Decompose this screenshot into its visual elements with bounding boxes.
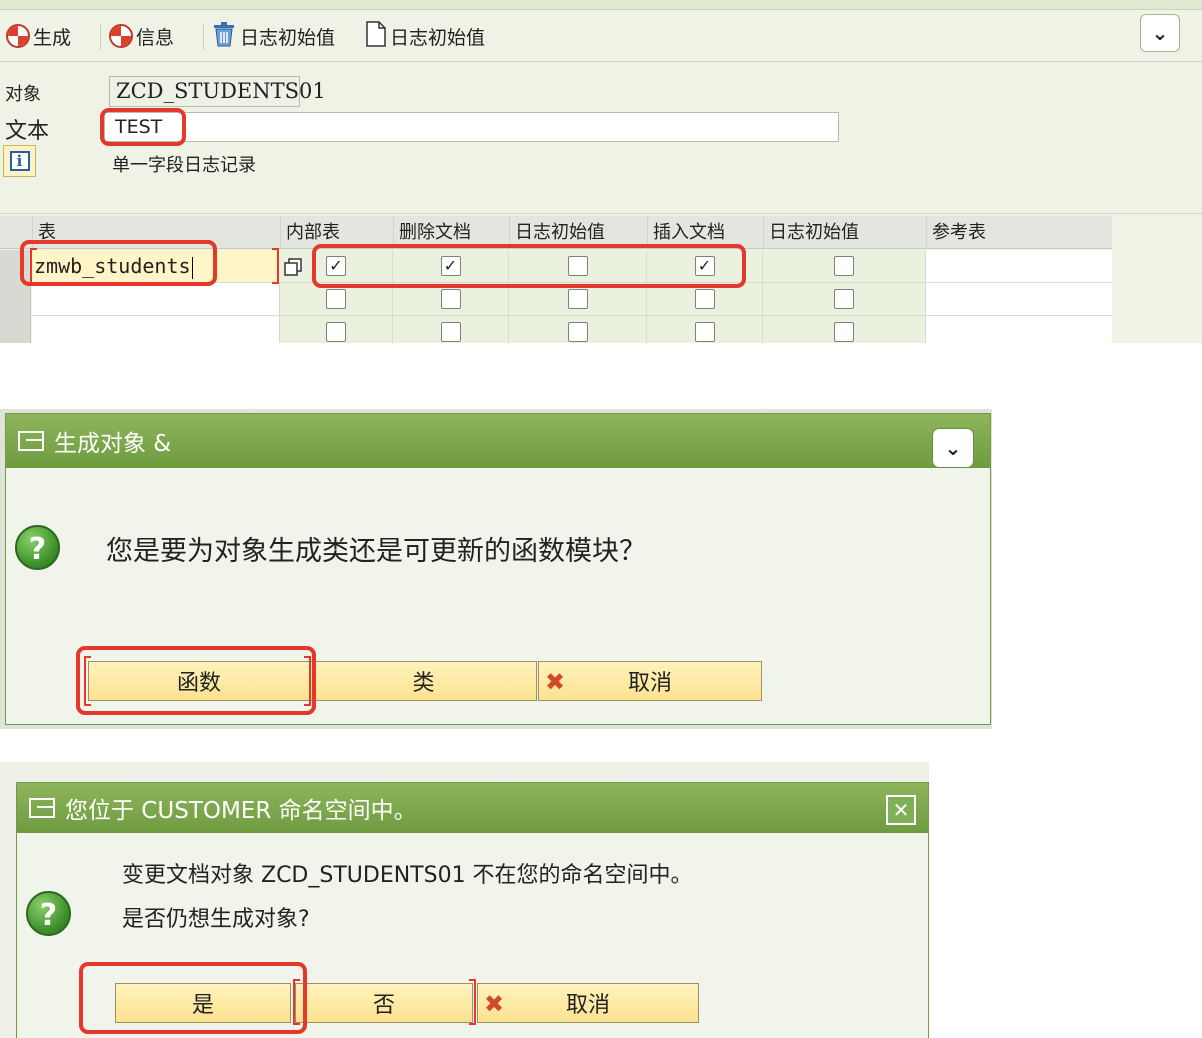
- checkbox-cell: [509, 283, 647, 315]
- log-initial-value-delete-button[interactable]: 日志初始值: [211, 18, 335, 54]
- text-caret: [191, 256, 193, 279]
- checkbox-unchecked[interactable]: [567, 322, 588, 342]
- function-button[interactable]: 函数: [88, 661, 310, 701]
- checkbox-unchecked[interactable]: [694, 322, 715, 342]
- row-selector[interactable]: [0, 316, 31, 343]
- info-glyph: i: [9, 151, 30, 171]
- table-grid: 表 内部表 删除文档 日志初始值 插入文档 日志初始值 参考表 ✓ ✓ ✓ zmwb…: [0, 216, 1112, 343]
- question-icon: ?: [15, 525, 60, 570]
- generate-label: 生成: [33, 26, 72, 49]
- checkbox-checked[interactable]: ✓: [440, 256, 461, 276]
- row-selector[interactable]: [0, 283, 31, 315]
- checkbox-unchecked[interactable]: [834, 256, 854, 276]
- checkbox-unchecked[interactable]: [567, 256, 588, 276]
- class-button[interactable]: 类: [310, 661, 537, 701]
- close-icon[interactable]: ✕: [886, 795, 916, 825]
- checkbox-cell: [763, 250, 926, 282]
- table-row: [0, 283, 1112, 316]
- yes-button[interactable]: 是: [115, 983, 291, 1023]
- window-icon: [18, 431, 44, 451]
- checkbox-cell: [647, 283, 763, 315]
- checkbox-unchecked[interactable]: [834, 289, 854, 309]
- document-icon: [365, 20, 387, 52]
- dialog-title-bar: 生成对象 &: [6, 414, 990, 468]
- checkbox-cell: [393, 316, 509, 343]
- cancel-button[interactable]: ✖ 取消: [477, 983, 699, 1023]
- trash-icon: [211, 21, 237, 52]
- checkbox-cell: [509, 316, 647, 343]
- chevron-down-icon[interactable]: ⌄: [932, 428, 974, 468]
- reference-table-cell[interactable]: [926, 250, 1112, 282]
- table-name-input[interactable]: zmwb_students: [32, 250, 280, 282]
- dialog-title-bar: 您位于 CUSTOMER 命名空间中。: [17, 783, 928, 833]
- log-initial-value-document-button[interactable]: 日志初始值: [365, 18, 485, 54]
- checkbox-unchecked[interactable]: [834, 322, 854, 342]
- text-label: 文本: [5, 119, 50, 144]
- namespace-dialog: 您位于 CUSTOMER 命名空间中。 ✕ 变更文档对象 ZCD_STUDENT…: [16, 782, 929, 1038]
- no-button[interactable]: 否: [295, 983, 473, 1023]
- cancel-button-label: 取消: [565, 993, 610, 1018]
- dialog-message-line2: 是否仍想生成对象?: [122, 907, 310, 932]
- info-button[interactable]: 信息: [109, 18, 174, 54]
- dialog-title: 您位于 CUSTOMER 命名空间中。: [65, 798, 417, 824]
- toolbar-separator: [100, 24, 101, 50]
- cancel-button-label: 取消: [627, 671, 672, 696]
- log-initial-value-label: 日志初始值: [390, 26, 486, 49]
- text-field[interactable]: TEST: [104, 112, 839, 142]
- table-row: [0, 316, 1112, 343]
- info-description: 单一字段日志记录: [112, 155, 256, 176]
- log-initial-value-label: 日志初始值: [240, 26, 336, 49]
- class-button-label: 类: [412, 671, 435, 696]
- table-name-value: zmwb_students: [34, 254, 191, 278]
- dialog-message-line1: 变更文档对象 ZCD_STUDENTS01 不在您的命名空间中。: [122, 863, 693, 888]
- checkbox-unchecked[interactable]: [440, 322, 461, 342]
- info-icon[interactable]: i: [3, 145, 36, 177]
- checkbox-cell: [280, 283, 393, 315]
- chevron-down-icon[interactable]: ⌄: [1140, 14, 1180, 52]
- sap-generate-icon: [6, 24, 30, 48]
- row-selector[interactable]: [0, 250, 31, 282]
- checkbox-cell: ✓: [647, 250, 763, 282]
- info-label: 信息: [136, 26, 175, 49]
- divider: [0, 61, 1202, 62]
- checkbox-cell: [647, 316, 763, 343]
- reference-table-cell[interactable]: [926, 283, 1112, 315]
- checkbox-cell: [280, 316, 393, 343]
- checkbox-checked[interactable]: ✓: [326, 256, 346, 276]
- checkbox-unchecked[interactable]: [326, 322, 346, 342]
- dialog-message: 您是要为对象生成类还是可更新的函数模块？: [106, 536, 646, 567]
- checkbox-unchecked[interactable]: [440, 289, 461, 309]
- cancel-button[interactable]: ✖ 取消: [538, 661, 762, 701]
- window-icon: [29, 798, 55, 818]
- toolbar-separator: [203, 24, 204, 50]
- yes-button-label: 是: [191, 993, 214, 1018]
- checkbox-unchecked[interactable]: [694, 289, 715, 309]
- checkbox-cell: [393, 283, 509, 315]
- checkbox-unchecked[interactable]: [567, 289, 588, 309]
- checkbox-unchecked[interactable]: [326, 289, 346, 309]
- no-button-label: 否: [372, 993, 395, 1018]
- top-strip: [0, 0, 1202, 10]
- checkbox-cell: [763, 316, 926, 343]
- object-label: 对象: [5, 84, 41, 105]
- question-icon: ?: [26, 891, 71, 936]
- checkbox-cell: [509, 250, 647, 282]
- checkbox-checked[interactable]: ✓: [694, 256, 715, 276]
- checkbox-cell: ✓: [393, 250, 509, 282]
- cancel-icon: ✖: [545, 668, 566, 696]
- divider: [0, 213, 1202, 214]
- object-field: ZCD_STUDENTS01: [109, 76, 326, 107]
- checkbox-cell: [763, 283, 926, 315]
- dialog-title: 生成对象 &: [54, 431, 172, 457]
- function-button-label: 函数: [176, 671, 221, 696]
- table-name-cell[interactable]: [32, 283, 280, 315]
- copy-icon[interactable]: [282, 256, 304, 278]
- reference-table-cell[interactable]: [926, 316, 1112, 343]
- cancel-icon: ✖: [484, 990, 505, 1018]
- change-document-object-screen: 生成 信息 日志初始值 日志初始值 ⌄ 对象 ZCD_STUDENTS01 文本…: [0, 0, 1202, 343]
- table-name-cell[interactable]: [32, 316, 280, 343]
- generate-button[interactable]: 生成: [6, 18, 71, 54]
- sap-info-icon: [109, 24, 133, 48]
- generate-object-dialog: 生成对象 & ⌄ ? 您是要为对象生成类还是可更新的函数模块？ 函数 类 ✖ 取…: [5, 413, 991, 725]
